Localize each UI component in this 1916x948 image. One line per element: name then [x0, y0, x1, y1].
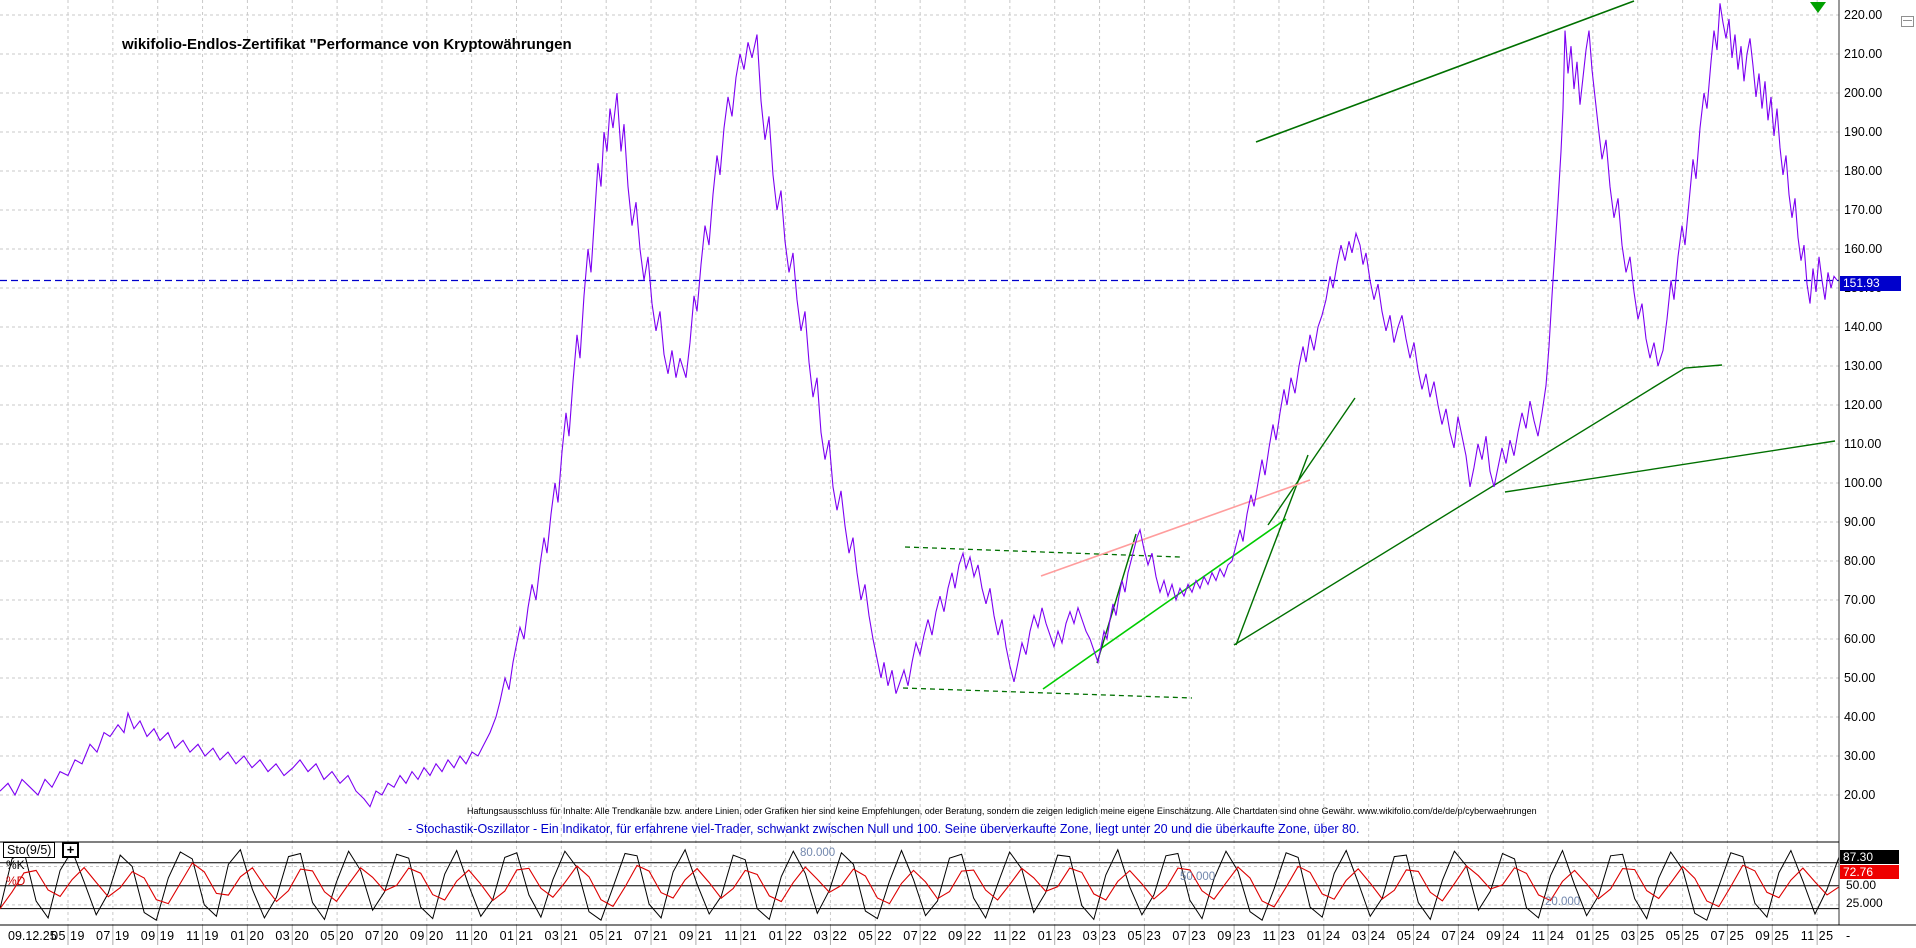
time-axis-label: 07 19 — [96, 929, 130, 943]
time-axis-label: 05 24 — [1397, 929, 1431, 943]
time-axis-label: 05 23 — [1128, 929, 1162, 943]
time-axis-label: 03 25 — [1621, 929, 1655, 943]
time-axis-label: 11 24 — [1532, 929, 1565, 943]
price-axis-label: 20.00 — [1844, 788, 1875, 802]
time-axis-label: 07 24 — [1441, 929, 1475, 943]
price-axis-label: 210.00 — [1844, 47, 1882, 61]
time-axis-label: 01 24 — [1307, 929, 1341, 943]
price-axis-label: 40.00 — [1844, 710, 1875, 724]
zone-label-50: 50.000 — [1180, 871, 1215, 883]
price-axis-label: 130.00 — [1844, 359, 1882, 373]
disclaimer-text: Haftungsausschluss für Inhalte: Alle Tre… — [467, 806, 1567, 816]
percent-k-label: %K — [6, 858, 25, 872]
time-axis-label: 07 20 — [365, 929, 399, 943]
price-axis-label: 140.00 — [1844, 320, 1882, 334]
arrow-down-icon — [1810, 2, 1826, 13]
time-axis-label: 01 23 — [1038, 929, 1072, 943]
time-axis-label: 05 20 — [320, 929, 354, 943]
chart-window: wikifolio-Endlos-Zertifikat "Performance… — [0, 0, 1916, 948]
price-axis-label: 60.00 — [1844, 632, 1875, 646]
time-axis-label: 11 21 — [724, 929, 757, 943]
time-axis-label: 03 20 — [275, 929, 309, 943]
time-axis-label: 07 23 — [1172, 929, 1206, 943]
price-axis-label: 80.00 — [1844, 554, 1875, 568]
price-axis-label: 120.00 — [1844, 398, 1882, 412]
time-axis-label: 09 21 — [679, 929, 713, 943]
time-axis-label: 03 23 — [1083, 929, 1117, 943]
time-axis-label: 01 25 — [1576, 929, 1610, 943]
time-axis-label: 03 24 — [1352, 929, 1386, 943]
time-axis-label: 09 23 — [1217, 929, 1251, 943]
stochastic-description: - Stochastik-Oszillator - Ein Indikator,… — [408, 822, 1359, 836]
time-axis-label: 07 22 — [903, 929, 937, 943]
gridlines — [0, 0, 1839, 945]
panel-borders — [0, 0, 1916, 925]
current-price-badge: 151.93 — [1840, 276, 1901, 291]
time-axis-label: 03 22 — [814, 929, 848, 943]
zone-label-20: 20.000 — [1545, 896, 1580, 908]
percent-d-value-badge: 72.76 — [1840, 865, 1899, 879]
price-axis-label: 180.00 — [1844, 164, 1882, 178]
price-axis-label: 90.00 — [1844, 515, 1875, 529]
time-axis-label: 09 22 — [948, 929, 982, 943]
price-axis-label: 160.00 — [1844, 242, 1882, 256]
price-axis-label: 70.00 — [1844, 593, 1875, 607]
price-axis-label: 100.00 — [1844, 476, 1882, 490]
time-axis-label: 01 20 — [231, 929, 265, 943]
time-axis-label: 05 25 — [1666, 929, 1700, 943]
time-axis-label: 07 25 — [1711, 929, 1745, 943]
price-axis-label: 220.00 — [1844, 8, 1882, 22]
percent-k-value-badge: 87.30 — [1840, 850, 1899, 864]
indicator-name-box: Sto(9/5) — [3, 842, 55, 858]
percent-d-label: %D — [6, 874, 25, 888]
time-axis-label: 09 24 — [1486, 929, 1520, 943]
chart-title: wikifolio-Endlos-Zertifikat "Performance… — [122, 36, 572, 53]
time-axis-label: 11 20 — [455, 929, 488, 943]
time-axis-label: 11 25 — [1801, 929, 1834, 943]
time-axis-label: 09 25 — [1755, 929, 1789, 943]
time-axis-label: 11 23 — [1263, 929, 1296, 943]
snapshot-date-label: 09.12.25 — [8, 929, 57, 943]
time-axis-label: 07 21 — [634, 929, 668, 943]
zone-label-80: 80.000 — [800, 847, 835, 859]
time-axis-label: 05 22 — [858, 929, 892, 943]
collapse-button[interactable] — [1901, 16, 1914, 27]
price-axis-label: 30.00 — [1844, 749, 1875, 763]
price-axis-label: 170.00 — [1844, 203, 1882, 217]
oscillator-tick-25: 25.000 — [1846, 896, 1883, 910]
add-indicator-button[interactable]: + — [62, 842, 79, 858]
oscillator-tick-50: 50.00 — [1846, 878, 1876, 892]
price-axis-label: 200.00 — [1844, 86, 1882, 100]
price-axis-label: 50.00 — [1844, 671, 1875, 685]
time-axis-label: 09 19 — [141, 929, 175, 943]
price-axis-label: 190.00 — [1844, 125, 1882, 139]
stochastic-curves — [0, 850, 1839, 921]
time-axis-label: 09 20 — [410, 929, 444, 943]
minus-icon — [1903, 20, 1912, 21]
time-axis-label: 01 21 — [500, 929, 534, 943]
time-axis-label: 03 21 — [544, 929, 578, 943]
axis-end-dash: - — [1846, 929, 1850, 943]
time-axis-label: 05 21 — [589, 929, 623, 943]
time-axis-label: 11 19 — [186, 929, 219, 943]
time-axis-label: 01 22 — [769, 929, 803, 943]
time-axis-label: 11 22 — [993, 929, 1026, 943]
price-axis-label: 110.00 — [1844, 437, 1881, 451]
